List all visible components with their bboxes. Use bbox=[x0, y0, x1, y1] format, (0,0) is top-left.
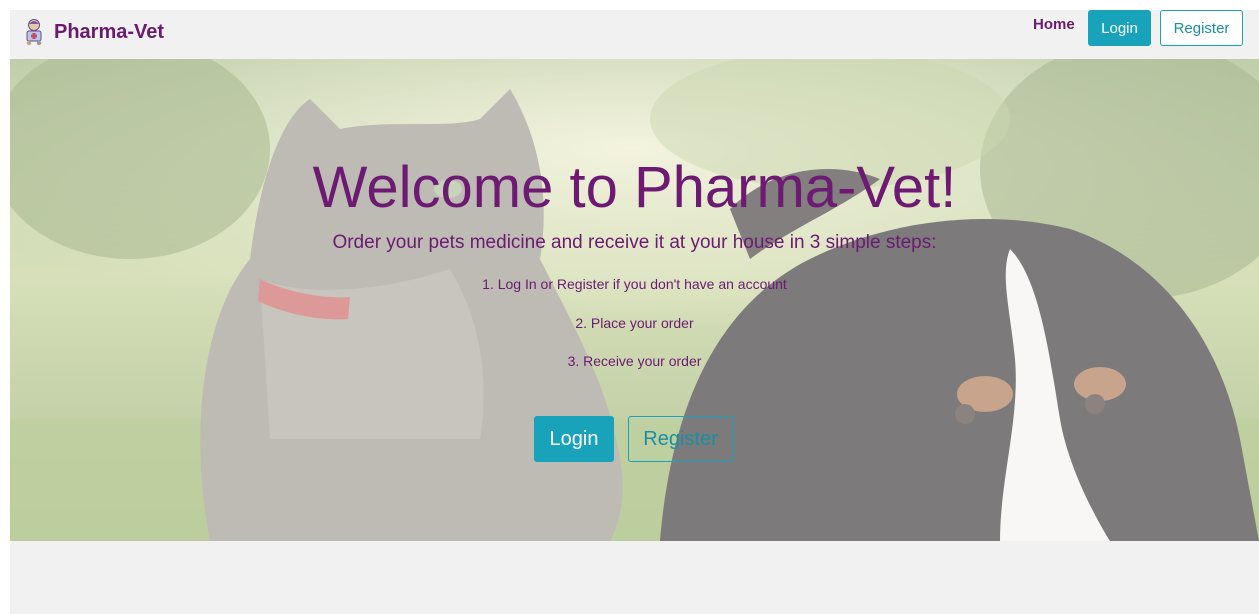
brand-name: Pharma-Vet bbox=[54, 20, 165, 43]
navbar: Pharma-Vet Home Login Register bbox=[10, 10, 1259, 59]
nav-home-link[interactable]: Home bbox=[1033, 16, 1075, 33]
step-item: 2. Place your order bbox=[575, 315, 694, 331]
nav-register-button[interactable]: Register bbox=[1160, 10, 1243, 46]
hero-register-button[interactable]: Register bbox=[628, 416, 733, 462]
hero-section: Welcome to Pharma-Vet! Order your pets m… bbox=[10, 59, 1259, 541]
hero-subtitle: Order your pets medicine and receive it … bbox=[332, 232, 937, 253]
step-item: 1. Log In or Register if you don't have … bbox=[482, 276, 787, 292]
step-item: 3. Receive your order bbox=[567, 353, 702, 369]
page: Pharma-Vet Home Login Register Welcome t… bbox=[10, 10, 1259, 614]
hero-title: Welcome to Pharma-Vet! bbox=[312, 155, 957, 220]
hero-content: Welcome to Pharma-Vet! Order your pets m… bbox=[10, 59, 1259, 541]
nav-login-button[interactable]: Login bbox=[1088, 10, 1151, 46]
pet-pharmacy-logo-icon bbox=[26, 19, 42, 46]
hero-login-button[interactable]: Login bbox=[534, 416, 614, 462]
brand-link[interactable]: Pharma-Vet bbox=[23, 14, 164, 50]
